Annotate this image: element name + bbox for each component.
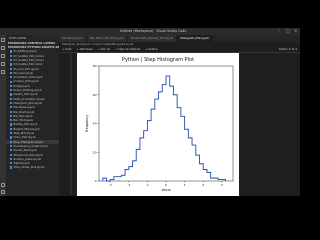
explorer-icon[interactable] [1,38,5,42]
notebook-file-icon [10,127,13,130]
notebook-file-icon [10,144,13,148]
editor-tabs: Stackplot.ipynb Bar_Stack_Bar_Plot.ipynb M… [59,35,300,42]
notebook-file-icon [10,106,13,109]
histogram-chart: Python | Step Histogram Plot -3 -2 -1 0 1 2 3 0… [77,53,239,196]
x-tick-label: -3 [109,183,112,187]
video-bottom-band [0,196,300,225]
notebook-file-icon [10,132,13,135]
y-tick-label: 0 [95,179,97,183]
notebook-file-icon [10,54,13,57]
notebook-file-icon [10,140,13,143]
x-tick-label: 3 [221,183,223,187]
x-tick-label: 1 [184,183,186,187]
account-icon[interactable] [1,183,5,187]
y-tick-label: 20 [93,150,97,154]
x-tick-label: -2 [127,183,130,187]
tab-3[interactable]: Histogram_Plot.ipynb [177,35,213,42]
notebook-file-icon [10,63,13,66]
notebook-file-icon [10,153,13,156]
toolbar-button-code[interactable]: + Code [62,48,72,51]
toolbar-button-clear-all-outputs[interactable]: + Clear All Outputs [115,48,140,51]
x-tick-label: 2 [202,183,204,187]
title-bar: Untitled (Workspace) - Visual Studio Cod… [0,28,300,35]
notebook-file-icon [10,97,13,100]
x-tick-label: 0 [165,183,167,187]
toolbar-button-outline[interactable]: + Outline [145,48,157,51]
x-axis-label: Value [161,188,170,192]
chart-title: Python | Step Histogram Plot [122,57,194,63]
notebook-file-icon [10,123,13,126]
notebook-file-icon [10,59,13,62]
close-icon[interactable]: × [294,29,298,33]
window-title: Untitled (Workspace) - Visual Studio Cod… [119,29,187,33]
notebook-file-icon [10,50,13,53]
notebook-file-icon [10,67,13,70]
notebook-file-icon [10,89,13,92]
x-tick-label: -1 [146,183,149,187]
source-control-icon[interactable] [1,54,5,58]
notebook-file-icon [10,84,13,87]
toolbar-button-markdown[interactable]: + Markdown [77,48,93,51]
notebook-file-icon [10,157,13,161]
search-icon[interactable] [1,46,5,50]
y-tick-label: 80 [93,64,97,68]
file-item[interactable]: Time_Series_Plot.ipynb [6,165,59,169]
notebook-file-icon [10,93,13,96]
notebook-file-icon [10,76,13,79]
chart-background [77,53,239,196]
run-debug-icon[interactable] [1,62,5,66]
notebook-file-icon [10,166,13,169]
notebook-file-icon [10,71,13,75]
y-tick-label: 60 [93,93,97,97]
gear-icon[interactable] [1,190,5,194]
file-item-label: Time_Series_Plot.ipynb [13,165,45,170]
notebook-file-icon [10,162,13,165]
window-controls: – □ × [278,29,298,33]
notebook-file-icon [10,101,13,105]
tab-0[interactable]: Stackplot.ipynb [59,35,87,42]
tab-2[interactable]: Multivariate_Density_Plot.ipynb [127,35,178,42]
notebook-editor: Python | Step Histogram Plot -3 -2 -1 0 1 2 3 0… [59,53,300,196]
y-axis-label: Frequency [85,115,89,133]
tab-1[interactable]: Bar_Stack_Bar_Plot.ipynb [86,35,128,42]
file-list: 01_Plotting.ipynb 02_Scatter_Plot_Colors 0… [6,49,59,169]
vscode-window: Untitled (Workspace) - Visual Studio Cod… [0,28,300,196]
toolbar-button-run-all[interactable]: + Run All [98,48,110,51]
video-frame: Untitled (Workspace) - Visual Studio Cod… [0,0,300,225]
explorer-sidebar: EXPLORER MICRODATA CONTROL LAYERS MICROD… [6,35,59,196]
notebook-file-icon [10,80,13,83]
notebook-file-icon [10,149,13,152]
notebook-file-icon [10,136,13,139]
notebook-file-icon [10,110,13,113]
extensions-icon[interactable] [1,70,5,74]
y-tick-label: 40 [93,122,97,126]
minimize-icon[interactable]: – [278,29,282,33]
notebook-file-icon [10,114,13,118]
notebook-file-icon [10,119,13,122]
maximize-icon[interactable]: □ [286,29,290,33]
